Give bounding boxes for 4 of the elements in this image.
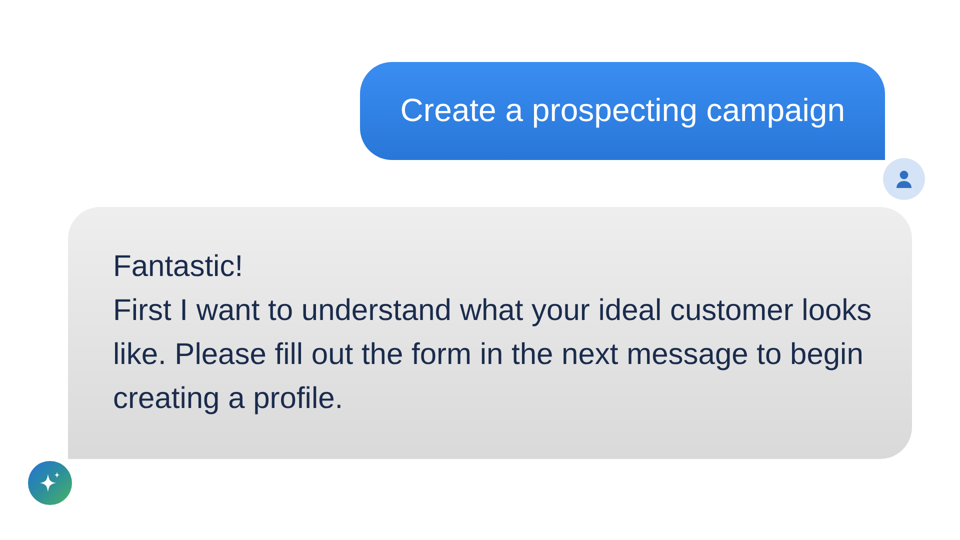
message-text: Fantastic!	[113, 249, 244, 285]
person-icon	[894, 169, 914, 189]
message-text: Create a prospecting campaign	[400, 91, 845, 130]
message-text: First I want to understand what your ideal customer looks like. Please fill out the form in the next message to begin creating a profile.	[113, 293, 873, 417]
